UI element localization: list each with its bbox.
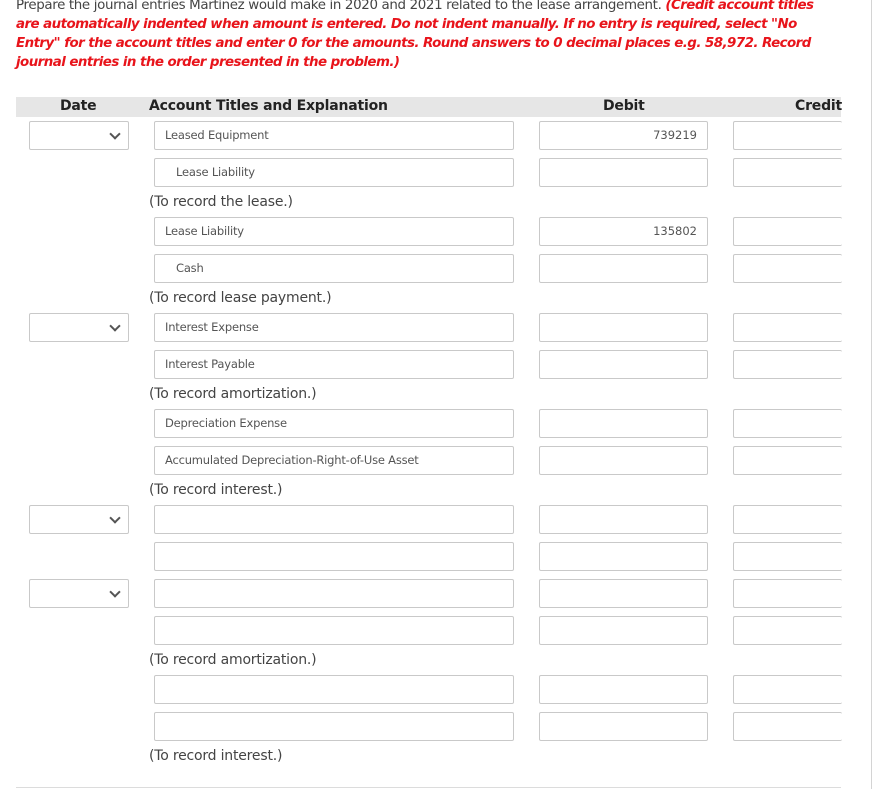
debit-input[interactable]	[539, 313, 708, 342]
date-select[interactable]	[29, 313, 129, 342]
credit-input[interactable]	[733, 712, 842, 741]
explanation-text: (To record amortization.)	[149, 386, 317, 402]
account-input[interactable]	[154, 616, 514, 645]
debit-input[interactable]	[539, 616, 708, 645]
date-select[interactable]	[29, 579, 129, 608]
credit-input[interactable]	[733, 217, 842, 246]
header-credit: Credit	[795, 98, 842, 114]
credit-input[interactable]	[733, 350, 842, 379]
account-input[interactable]	[154, 675, 514, 704]
debit-input[interactable]: 135802	[539, 217, 708, 246]
account-input[interactable]: Depreciation Expense	[154, 409, 514, 438]
account-input[interactable]: Interest Payable	[154, 350, 514, 379]
explanation-text: (To record lease payment.)	[149, 290, 332, 306]
account-input[interactable]: Cash	[154, 254, 514, 283]
debit-input[interactable]	[539, 505, 708, 534]
debit-input[interactable]: 739219	[539, 121, 708, 150]
debit-input[interactable]	[539, 675, 708, 704]
credit-input[interactable]	[733, 121, 842, 150]
credit-input[interactable]	[733, 542, 842, 571]
chevron-down-icon	[109, 512, 121, 524]
account-input[interactable]	[154, 712, 514, 741]
chevron-down-icon	[109, 586, 121, 598]
chevron-down-icon	[109, 128, 121, 140]
debit-input[interactable]	[539, 712, 708, 741]
date-select[interactable]	[29, 121, 129, 150]
table-header: Date Account Titles and Explanation Debi…	[16, 97, 842, 117]
debit-input[interactable]	[539, 254, 708, 283]
account-input[interactable]: Lease Liability	[154, 217, 514, 246]
date-select[interactable]	[29, 505, 129, 534]
explanation-text: (To record interest.)	[149, 482, 283, 498]
account-input[interactable]: Leased Equipment	[154, 121, 514, 150]
account-input[interactable]	[154, 579, 514, 608]
credit-input[interactable]	[733, 313, 842, 342]
debit-input[interactable]	[539, 158, 708, 187]
header-date: Date	[60, 98, 97, 114]
credit-input[interactable]	[733, 675, 842, 704]
debit-input[interactable]	[539, 446, 708, 475]
instructions: Prepare the journal entries Martinez wou…	[16, 0, 836, 72]
credit-input[interactable]	[733, 505, 842, 534]
section-divider	[16, 787, 841, 788]
account-input[interactable]: Lease Liability	[154, 158, 514, 187]
credit-input[interactable]	[733, 446, 842, 475]
panel-divider	[871, 0, 872, 789]
account-input[interactable]: Accumulated Depreciation-Right-of-Use As…	[154, 446, 514, 475]
explanation-text: (To record interest.)	[149, 748, 283, 764]
credit-input[interactable]	[733, 158, 842, 187]
debit-input[interactable]	[539, 542, 708, 571]
credit-input[interactable]	[733, 254, 842, 283]
header-account: Account Titles and Explanation	[149, 98, 388, 114]
explanation-text: (To record the lease.)	[149, 194, 293, 210]
debit-input[interactable]	[539, 409, 708, 438]
chevron-down-icon	[109, 320, 121, 332]
explanation-text: (To record amortization.)	[149, 652, 317, 668]
credit-input[interactable]	[733, 409, 842, 438]
credit-input[interactable]	[733, 616, 842, 645]
header-debit: Debit	[603, 98, 645, 114]
account-input[interactable]: Interest Expense	[154, 313, 514, 342]
credit-input[interactable]	[733, 579, 842, 608]
account-input[interactable]	[154, 542, 514, 571]
instructions-text: Prepare the journal entries Martinez wou…	[16, 0, 666, 13]
debit-input[interactable]	[539, 350, 708, 379]
debit-input[interactable]	[539, 579, 708, 608]
account-input[interactable]	[154, 505, 514, 534]
